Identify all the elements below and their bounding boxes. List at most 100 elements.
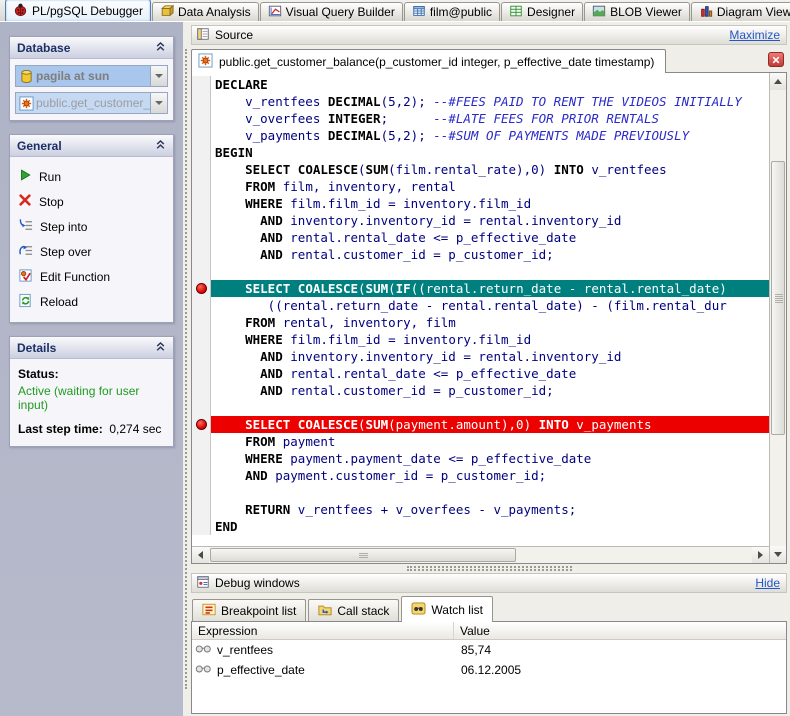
tab-breakpoint-list[interactable]: Breakpoint list xyxy=(192,599,307,621)
code-text[interactable]: v_payments DECIMAL(5,2); --#SUM OF PAYME… xyxy=(211,127,769,144)
tab-plpgsql-debugger[interactable]: PL/pgSQL Debugger xyxy=(5,0,151,21)
breakpoint-icon[interactable] xyxy=(195,283,207,294)
breakpoint-gutter[interactable] xyxy=(192,212,211,229)
general-panel-header[interactable]: General xyxy=(10,135,173,157)
sidebar-splitter[interactable] xyxy=(183,22,190,716)
breakpoint-gutter[interactable] xyxy=(192,110,211,127)
dropdown-arrow-button[interactable] xyxy=(150,66,167,86)
code-text[interactable]: FROM rental, inventory, film xyxy=(211,314,769,331)
code-line[interactable]: SELECT COALESCE(SUM(film.rental_rate),0)… xyxy=(192,161,769,178)
breakpoint-gutter[interactable] xyxy=(192,314,211,331)
tab-designer[interactable]: Designer xyxy=(501,2,584,21)
breakpoint-gutter[interactable] xyxy=(192,433,211,450)
breakpoint-gutter[interactable] xyxy=(192,229,211,246)
highlighted-code-text[interactable]: SELECT COALESCE(SUM(payment.amount),0) I… xyxy=(211,416,769,433)
details-panel-header[interactable]: Details xyxy=(10,337,173,359)
breakpoint-gutter[interactable] xyxy=(192,348,211,365)
code-text[interactable]: BEGIN xyxy=(211,144,769,161)
breakpoint-gutter[interactable] xyxy=(192,382,211,399)
code-text[interactable]: AND rental.customer_id = p_customer_id; xyxy=(211,246,769,263)
code-text[interactable]: WHERE payment.payment_date <= p_effectiv… xyxy=(211,450,769,467)
code-text[interactable]: v_overfees INTEGER; --#LATE FEES FOR PRI… xyxy=(211,110,769,127)
breakpoint-gutter[interactable] xyxy=(192,518,211,535)
code-line[interactable]: ((rental.return_date - rental.rental_dat… xyxy=(192,297,769,314)
code-line[interactable]: v_overfees INTEGER; --#LATE FEES FOR PRI… xyxy=(192,110,769,127)
code-lines[interactable]: DECLARE v_rentfees DECIMAL(5,2); --#FEES… xyxy=(192,73,769,546)
tab-data-analysis[interactable]: Data Analysis xyxy=(151,2,259,21)
tab-visual-query-builder[interactable]: Visual Query Builder xyxy=(259,2,403,21)
code-text[interactable]: DECLARE xyxy=(211,76,769,93)
code-text[interactable]: END xyxy=(211,518,769,535)
vertical-scrollbar[interactable] xyxy=(769,73,786,563)
scroll-right-button[interactable] xyxy=(752,547,769,563)
breakpoint-gutter[interactable] xyxy=(192,144,211,161)
code-line[interactable] xyxy=(192,263,769,280)
code-line[interactable]: AND inventory.inventory_id = rental.inve… xyxy=(192,348,769,365)
run-button[interactable]: Run xyxy=(16,164,169,189)
collapse-icon[interactable] xyxy=(155,341,166,355)
breakpoint-gutter[interactable] xyxy=(192,331,211,348)
scroll-down-button[interactable] xyxy=(770,546,786,563)
tab-blob-viewer[interactable]: BLOB Viewer xyxy=(584,2,690,21)
close-source-button[interactable] xyxy=(768,52,784,67)
dropdown-arrow-button[interactable] xyxy=(150,93,167,113)
hide-link[interactable]: Hide xyxy=(755,576,780,590)
horizontal-scrollbar[interactable] xyxy=(192,546,769,563)
code-line[interactable]: WHERE film.film_id = inventory.film_id xyxy=(192,331,769,348)
breakpoint-gutter[interactable] xyxy=(192,450,211,467)
code-line[interactable]: END xyxy=(192,518,769,535)
function-select[interactable]: public.get_customer_l xyxy=(15,92,168,114)
code-text[interactable]: SELECT COALESCE(SUM(film.rental_rate),0)… xyxy=(211,161,769,178)
breakpoint-gutter[interactable] xyxy=(192,365,211,382)
code-line[interactable]: DECLARE xyxy=(192,76,769,93)
tab-film-public[interactable]: film@public xyxy=(403,2,501,21)
scroll-up-button[interactable] xyxy=(770,73,786,90)
code-text[interactable]: RETURN v_rentfees + v_overfees - v_payme… xyxy=(211,501,769,518)
collapse-icon[interactable] xyxy=(155,41,166,55)
step-over-button[interactable]: Step over xyxy=(16,239,169,264)
code-line[interactable]: AND rental.customer_id = p_customer_id; xyxy=(192,382,769,399)
code-text[interactable]: FROM film, inventory, rental xyxy=(211,178,769,195)
code-line[interactable]: SELECT COALESCE(SUM(payment.amount),0) I… xyxy=(192,416,769,433)
code-text[interactable]: WHERE film.film_id = inventory.film_id xyxy=(211,331,769,348)
scroll-left-button[interactable] xyxy=(192,547,209,563)
collapse-icon[interactable] xyxy=(155,139,166,153)
code-text[interactable]: AND rental.rental_date <= p_effective_da… xyxy=(211,229,769,246)
code-line[interactable]: AND rental.rental_date <= p_effective_da… xyxy=(192,365,769,382)
code-line[interactable]: AND rental.rental_date <= p_effective_da… xyxy=(192,229,769,246)
horizontal-scroll-thumb[interactable] xyxy=(210,548,516,562)
breakpoint-gutter[interactable] xyxy=(192,280,211,297)
watch-row[interactable]: v_rentfees 85,74 xyxy=(192,640,786,660)
breakpoint-gutter[interactable] xyxy=(192,467,211,484)
code-text[interactable] xyxy=(211,484,769,501)
code-text[interactable]: WHERE film.film_id = inventory.film_id xyxy=(211,195,769,212)
maximize-link[interactable]: Maximize xyxy=(729,28,780,42)
code-text[interactable]: AND inventory.inventory_id = rental.inve… xyxy=(211,212,769,229)
breakpoint-gutter[interactable] xyxy=(192,501,211,518)
debug-splitter[interactable] xyxy=(191,564,787,573)
vertical-scroll-thumb[interactable] xyxy=(771,161,785,436)
breakpoint-gutter[interactable] xyxy=(192,416,211,433)
breakpoint-gutter[interactable] xyxy=(192,178,211,195)
breakpoint-gutter[interactable] xyxy=(192,246,211,263)
breakpoint-gutter[interactable] xyxy=(192,76,211,93)
code-line[interactable]: SELECT COALESCE(SUM(IF((rental.return_da… xyxy=(192,280,769,297)
breakpoint-gutter[interactable] xyxy=(192,263,211,280)
column-header-expression[interactable]: Expression xyxy=(192,622,454,639)
code-line[interactable]: BEGIN xyxy=(192,144,769,161)
breakpoint-icon[interactable] xyxy=(195,419,207,430)
tab-call-stack[interactable]: Call stack xyxy=(308,599,400,621)
breakpoint-gutter[interactable] xyxy=(192,195,211,212)
code-text[interactable] xyxy=(211,263,769,280)
column-header-value[interactable]: Value xyxy=(454,624,786,638)
code-text[interactable] xyxy=(211,399,769,416)
code-line[interactable]: FROM payment xyxy=(192,433,769,450)
database-panel-header[interactable]: Database xyxy=(10,37,173,59)
breakpoint-gutter[interactable] xyxy=(192,127,211,144)
function-tab[interactable]: public.get_customer_balance(p_customer_i… xyxy=(191,49,667,73)
code-text[interactable]: AND rental.customer_id = p_customer_id; xyxy=(211,382,769,399)
code-text[interactable]: FROM payment xyxy=(211,433,769,450)
tab-diagram-viewer[interactable]: Diagram Viewer xyxy=(690,2,790,21)
code-text[interactable]: AND inventory.inventory_id = rental.inve… xyxy=(211,348,769,365)
tab-watch-list[interactable]: Watch list xyxy=(401,596,493,622)
